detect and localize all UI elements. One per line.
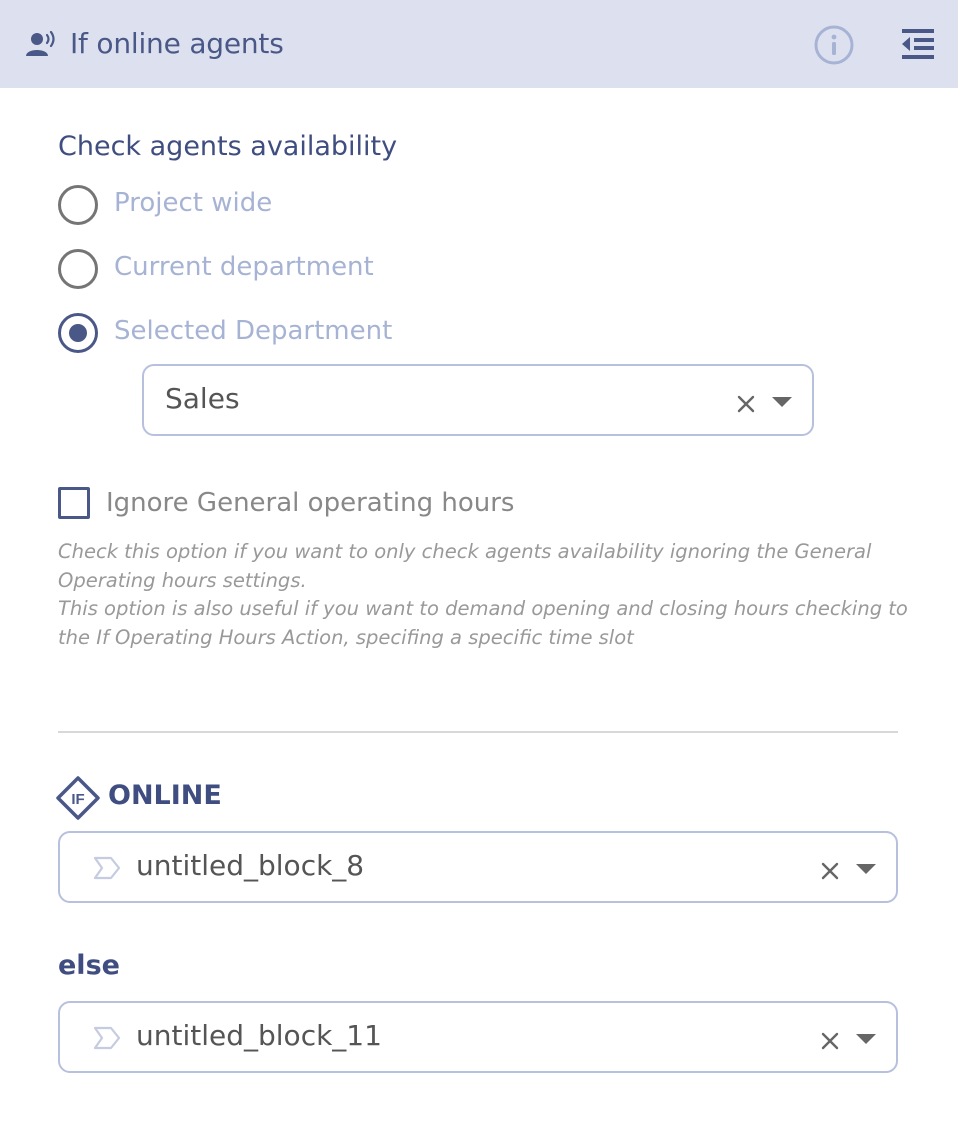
else-block-value: untitled_block_11 [136,1019,382,1052]
else-block-select[interactable]: untitled_block_11 [58,1001,898,1073]
department-select-value: Sales [165,382,240,415]
radio-button[interactable] [58,313,98,353]
if-badge-text: IF [71,791,84,808]
clear-icon[interactable] [820,1031,840,1051]
divider [58,731,898,733]
collapse-panel-icon[interactable] [900,26,936,62]
block-icon [93,856,121,880]
chevron-down-icon[interactable] [772,397,792,407]
clear-icon[interactable] [820,861,840,881]
radio-label: Current department [114,252,374,282]
ignore-hours-checkbox[interactable] [58,487,90,519]
radio-label: Project wide [114,188,273,218]
help-line: This option is also useful if you want t… [58,597,908,649]
panel-header: If online agents [0,0,958,88]
block-icon [93,1026,121,1050]
chevron-down-icon[interactable] [856,864,876,874]
online-block-value: untitled_block_8 [136,849,365,882]
clear-icon[interactable] [736,394,756,414]
agent-speaking-icon [26,30,55,56]
panel-title: If online agents [70,27,284,60]
availability-section-title: Check agents availability [58,131,398,162]
radio-label: Selected Department [114,316,393,346]
info-icon[interactable] [813,24,855,66]
help-line: Check this option if you want to only ch… [58,540,872,592]
else-branch-label: else [58,950,120,981]
chevron-down-icon[interactable] [856,1034,876,1044]
ignore-hours-help: Check this option if you want to only ch… [58,538,918,652]
online-block-select[interactable]: untitled_block_8 [58,831,898,903]
if-condition-icon: IF [56,776,100,820]
online-branch-label: ONLINE [108,780,222,811]
radio-button[interactable] [58,185,98,225]
ignore-hours-label: Ignore General operating hours [106,488,515,518]
radio-button[interactable] [58,249,98,289]
radio-selected-dot [69,324,87,342]
department-select[interactable]: Sales [142,364,814,436]
